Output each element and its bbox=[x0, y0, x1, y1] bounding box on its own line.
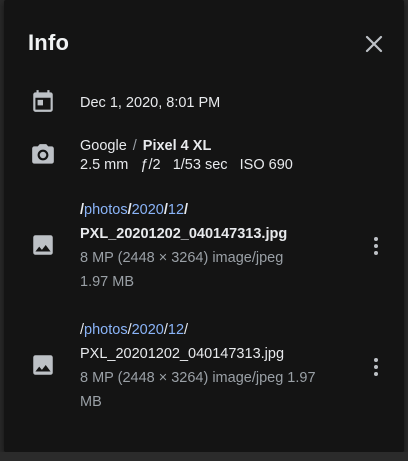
path-link-photos[interactable]: photos bbox=[84, 202, 128, 218]
calendar-icon bbox=[30, 88, 56, 114]
dialog-header: Info bbox=[4, 0, 404, 88]
path-separator: / bbox=[184, 202, 189, 218]
path-link-month[interactable]: 12 bbox=[168, 202, 184, 218]
file-size: 1.97 MB bbox=[80, 274, 134, 290]
file-name: PXL_20201202_040147313.jpg bbox=[80, 226, 288, 242]
close-icon bbox=[365, 35, 383, 53]
image-icon bbox=[30, 352, 56, 378]
camera-model: Pixel 4 XL bbox=[142, 138, 212, 154]
file-size: MB bbox=[80, 394, 102, 410]
more-vert-icon bbox=[374, 237, 378, 255]
camera-model-line: Google / Pixel 4 XL bbox=[80, 136, 211, 156]
iso: ISO 690 bbox=[239, 157, 293, 173]
date-text: Dec 1, 2020, 8:01 PM bbox=[80, 95, 221, 111]
image-icon bbox=[30, 232, 56, 258]
date-row: Dec 1, 2020, 8:01 PM bbox=[4, 88, 404, 118]
close-button[interactable] bbox=[359, 29, 389, 59]
backdrop-bottom bbox=[0, 452, 408, 461]
file-row: /photos/2020/12/ PXL_20201202_040147313.… bbox=[4, 318, 404, 418]
camera-settings-line: 2.5 mm ƒ/2 1/53 sec ISO 690 bbox=[80, 155, 293, 175]
file-path: /photos/2020/12/ bbox=[80, 318, 188, 342]
more-options-button[interactable] bbox=[364, 234, 388, 258]
dialog-title: Info bbox=[28, 30, 70, 55]
path-link-month[interactable]: 12 bbox=[168, 322, 184, 338]
camera-icon bbox=[30, 142, 56, 168]
path-link-year[interactable]: 2020 bbox=[132, 202, 164, 218]
more-vert-icon bbox=[374, 358, 378, 376]
focal-length: 2.5 mm bbox=[80, 157, 129, 173]
file-row: /photos/2020/12/ PXL_20201202_040147313.… bbox=[4, 196, 404, 296]
info-dialog: Info Dec 1, 2020, 8:01 PM Google / Pixel 4… bbox=[4, 0, 404, 452]
file-name: PXL_20201202_040147313.jpg bbox=[80, 346, 285, 362]
file-path: /photos/2020/12/ bbox=[80, 198, 188, 222]
file-meta: 8 MP (2448 × 3264) image/jpeg 1.97 bbox=[80, 370, 316, 386]
camera-row: Google / Pixel 4 XL 2.5 mm ƒ/2 1/53 sec IS… bbox=[4, 136, 404, 180]
exposure: 1/53 sec bbox=[172, 157, 228, 173]
camera-separator: / bbox=[132, 138, 137, 154]
path-separator: / bbox=[184, 322, 189, 338]
path-link-photos[interactable]: photos bbox=[84, 322, 128, 338]
more-options-button[interactable] bbox=[364, 355, 388, 379]
file-meta: 8 MP (2448 × 3264) image/jpeg bbox=[80, 250, 284, 266]
camera-make: Google bbox=[80, 138, 127, 154]
aperture: ƒ/2 bbox=[140, 157, 161, 173]
path-link-year[interactable]: 2020 bbox=[132, 322, 164, 338]
